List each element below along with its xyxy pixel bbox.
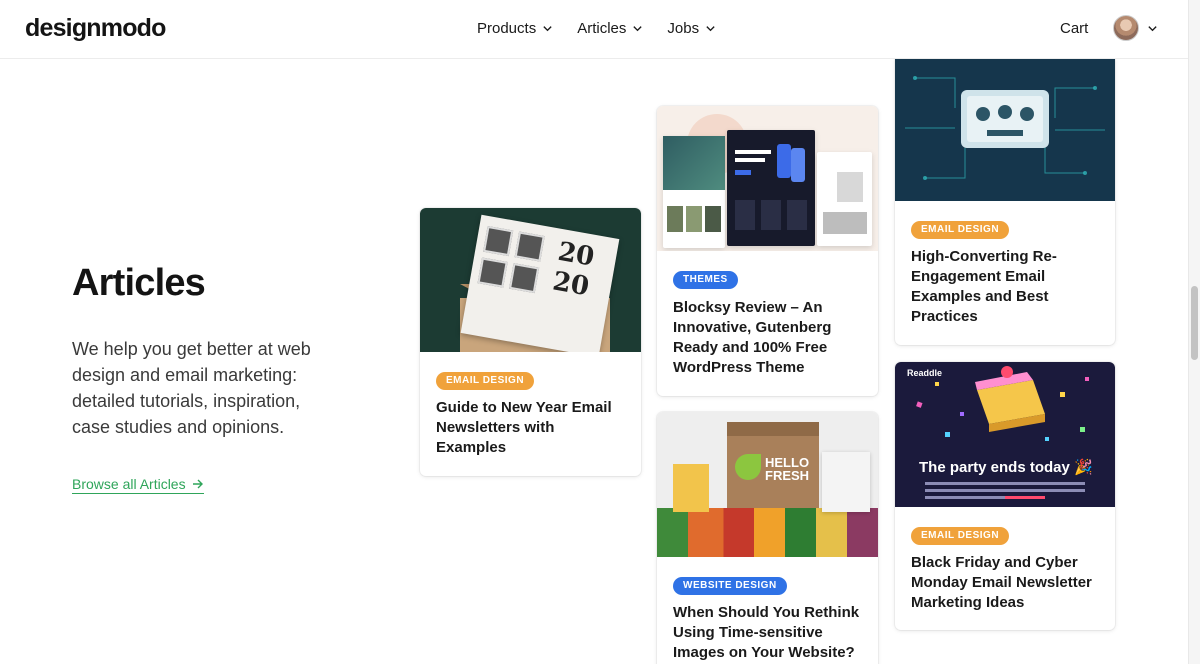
scrollbar-thumb[interactable] — [1191, 286, 1198, 360]
brand-line-2: FRESH — [765, 468, 810, 483]
screenshot-panel-dark — [727, 130, 815, 246]
article-image: HELLO FRESH — [657, 412, 878, 557]
brand-leaf — [735, 454, 761, 480]
article-card-newyear[interactable]: 20 20 EMAIL DESIGN Guide to New Year Ema… — [420, 208, 641, 476]
package — [822, 452, 870, 512]
article-title[interactable]: Blocksy Review – An Innovative, Gutenber… — [673, 298, 862, 378]
avatar[interactable] — [1113, 15, 1139, 41]
veg-carrots — [657, 508, 878, 557]
category-badge[interactable]: THEMES — [673, 271, 738, 289]
category-badge[interactable]: EMAIL DESIGN — [911, 527, 1010, 545]
screenshot-thumbs — [667, 206, 721, 232]
main-nav: Products Articles Jobs — [477, 20, 716, 37]
article-image: 20 20 — [420, 208, 641, 352]
party-emoji: 🎉 — [1074, 459, 1093, 476]
party-headline-text: The party ends today — [919, 459, 1070, 476]
photo-mock — [823, 212, 867, 234]
button-mock — [735, 170, 751, 175]
article-title[interactable]: Guide to New Year Email Newsletters with… — [436, 398, 625, 458]
screenshot-hero — [663, 136, 725, 190]
article-card-blackfriday[interactable]: Readdle The party ends today 🎉 EMAIL DES… — [895, 362, 1115, 630]
photo-thumb — [514, 231, 545, 262]
nav-products[interactable]: Products — [477, 20, 553, 37]
year-bottom: 20 — [550, 266, 592, 303]
article-image — [895, 58, 1115, 201]
nav-products-label: Products — [477, 20, 537, 37]
nav-jobs-label: Jobs — [667, 20, 700, 37]
photo-mock — [837, 172, 863, 202]
cake-illustration — [916, 366, 1089, 441]
browse-all-articles-link[interactable]: Browse all Articles — [72, 476, 204, 494]
box-lid — [727, 422, 819, 436]
category-badge[interactable]: EMAIL DESIGN — [911, 221, 1010, 239]
text-lines — [735, 158, 765, 162]
chevron-down-icon — [543, 26, 552, 32]
photo-thumb — [483, 225, 514, 257]
article-card-reengagement[interactable]: EMAIL DESIGN High-Converting Re-Engageme… — [895, 58, 1115, 345]
phone-mockup — [791, 148, 805, 182]
arrow-right-icon — [192, 479, 203, 489]
chevron-down-icon[interactable] — [1147, 23, 1158, 34]
highlight-text — [1005, 496, 1045, 499]
package — [673, 464, 709, 512]
chevron-down-icon — [706, 26, 715, 32]
party-headline: The party ends today 🎉 — [919, 458, 1093, 476]
article-image — [657, 106, 878, 251]
category-badge[interactable]: EMAIL DESIGN — [436, 372, 535, 390]
body-text-lines — [925, 489, 1085, 492]
greeting-card: 20 20 — [460, 214, 620, 352]
article-card-fresh[interactable]: HELLO FRESH WEBSITE DESIGN When Should Y… — [657, 412, 878, 664]
section-title: Articles — [72, 262, 206, 304]
site-header: designmodo Products Articles Jobs Cart — [0, 0, 1188, 59]
page: designmodo Products Articles Jobs Cart A… — [0, 0, 1200, 664]
article-image: Readdle The party ends today 🎉 — [895, 362, 1115, 507]
nav-jobs[interactable]: Jobs — [667, 20, 716, 37]
logo[interactable]: designmodo — [25, 14, 166, 43]
brand-text: HELLO FRESH — [765, 456, 809, 482]
body-text-lines — [925, 482, 1085, 485]
text-lines — [735, 150, 771, 154]
page-scrollbar[interactable] — [1188, 0, 1200, 664]
article-card-blocksy[interactable]: THEMES Blocksy Review – An Innovative, G… — [657, 106, 878, 396]
article-title[interactable]: High-Converting Re-Engagement Email Exam… — [911, 247, 1099, 327]
phone-mockup — [777, 144, 791, 178]
category-badge[interactable]: WEBSITE DESIGN — [673, 577, 787, 595]
circuit-illustration — [905, 76, 1105, 180]
photo-thumb — [477, 257, 508, 288]
chevron-down-icon — [633, 26, 643, 32]
section-description: We help you get better at web design and… — [72, 339, 311, 437]
photo-thumb — [509, 263, 540, 294]
browse-all-articles-label: Browse all Articles — [72, 476, 186, 492]
cart-link[interactable]: Cart — [1060, 20, 1088, 37]
article-title[interactable]: Black Friday and Cyber Monday Email News… — [911, 553, 1099, 613]
grid-mock — [735, 200, 807, 230]
screenshot-panel — [663, 136, 725, 248]
article-title[interactable]: When Should You Rethink Using Time-sensi… — [673, 603, 862, 663]
nav-articles-label: Articles — [577, 20, 627, 37]
nav-articles[interactable]: Articles — [577, 20, 643, 37]
screenshot-panel-light — [817, 152, 872, 246]
